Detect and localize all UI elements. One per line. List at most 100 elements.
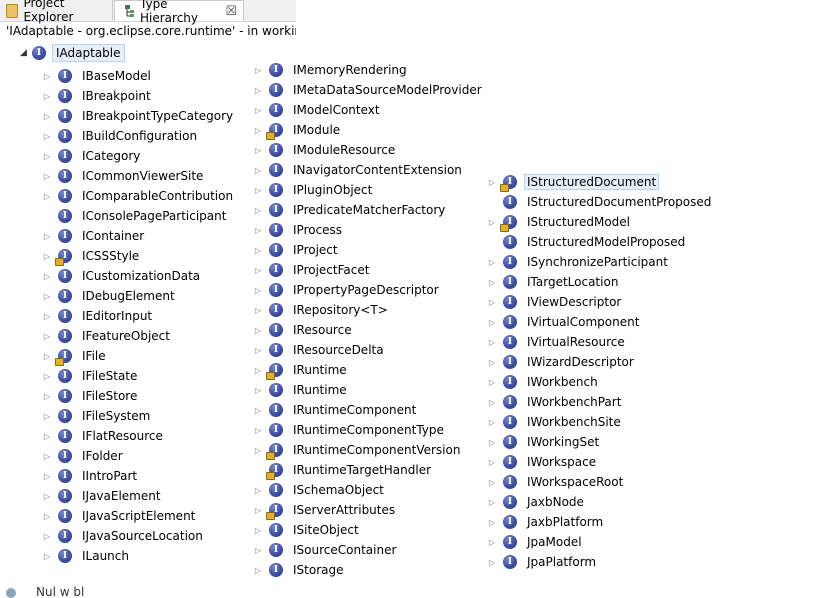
expand-triangle-icon[interactable]: ▷ (40, 452, 54, 461)
tree-item[interactable]: I IStructuredModelProposed (485, 233, 685, 251)
tree-item[interactable]: ▷ I IModule (251, 121, 340, 140)
expand-triangle-icon[interactable]: ▷ (251, 526, 265, 535)
expand-triangle-icon[interactable]: ▷ (40, 312, 54, 321)
tree-root-row[interactable]: ◢ I IAdaptable (20, 44, 125, 62)
expand-triangle-icon[interactable]: ▷ (485, 298, 499, 307)
expand-triangle-icon[interactable]: ▷ (40, 432, 54, 441)
collapse-triangle-icon[interactable]: ◢ (20, 48, 32, 58)
expand-triangle-icon[interactable]: ▷ (485, 318, 499, 327)
tab-type-hierarchy[interactable]: Type Hierarchy ☒ (114, 0, 244, 25)
expand-triangle-icon[interactable]: ▷ (251, 266, 265, 275)
tree-item[interactable]: ▷ I IProcess (251, 221, 342, 239)
tree-item[interactable]: ▷ I JaxbNode (485, 493, 584, 511)
expand-triangle-icon[interactable]: ▷ (251, 366, 265, 375)
tree-item[interactable]: ▷ I IModuleResource (251, 141, 395, 159)
tree-item[interactable]: ▷ I IRuntimeComponentType (251, 421, 444, 439)
expand-triangle-icon[interactable]: ▷ (251, 246, 265, 255)
tree-item[interactable]: ▷ I IPredicateMatcherFactory (251, 201, 445, 219)
tree-item[interactable]: ▷ I IPluginObject (251, 181, 372, 199)
tree-item[interactable]: ▷ I IResource (251, 321, 352, 339)
expand-triangle-icon[interactable]: ▷ (251, 306, 265, 315)
expand-triangle-icon[interactable]: ▷ (40, 272, 54, 281)
tree-item[interactable]: ▷ I ICategory (40, 147, 140, 165)
tree-item[interactable]: ▷ I IProject (251, 241, 338, 259)
tree-item[interactable]: ▷ I IBaseModel (40, 67, 151, 85)
expand-triangle-icon[interactable]: ▷ (40, 192, 54, 201)
expand-triangle-icon[interactable]: ▷ (251, 446, 265, 455)
expand-triangle-icon[interactable]: ▷ (40, 412, 54, 421)
tree-item[interactable]: ▷ I IResourceDelta (251, 341, 384, 359)
tree-item[interactable]: ▷ I IRuntimeComponentVersion (251, 441, 460, 460)
expand-triangle-icon[interactable]: ▷ (251, 386, 265, 395)
expand-triangle-icon[interactable]: ▷ (40, 352, 54, 361)
tree-item[interactable]: ▷ I IJavaSourceLocation (40, 527, 203, 545)
tree-item[interactable]: ▷ I ITargetLocation (485, 273, 618, 291)
tab-project-explorer[interactable]: Project Explorer (0, 0, 113, 24)
tree-item[interactable]: ▷ I IFileState (40, 367, 137, 385)
tree-item[interactable]: ▷ I IDebugElement (40, 287, 175, 305)
tree-item[interactable]: ▷ I IVirtualComponent (485, 313, 639, 331)
expand-triangle-icon[interactable]: ▷ (485, 258, 499, 267)
expand-triangle-icon[interactable]: ▷ (40, 72, 54, 81)
tree-item[interactable]: ▷ I IEditorInput (40, 307, 152, 325)
expand-triangle-icon[interactable]: ▷ (251, 226, 265, 235)
tree-item[interactable]: ▷ I IWorkbench (485, 373, 598, 391)
tree-item[interactable]: ▷ I JpaModel (485, 533, 582, 551)
tree-item[interactable]: ▷ I IFileSystem (40, 407, 150, 425)
expand-triangle-icon[interactable]: ▷ (485, 458, 499, 467)
expand-triangle-icon[interactable]: ▷ (40, 292, 54, 301)
expand-triangle-icon[interactable]: ▷ (485, 438, 499, 447)
tree-item[interactable]: ▷ I IMetaDataSourceModelProvider (251, 81, 482, 99)
expand-triangle-icon[interactable]: ▷ (40, 532, 54, 541)
tree-item[interactable]: ▷ I ISourceContainer (251, 541, 396, 559)
tree-item[interactable]: ▷ I ICustomizationData (40, 267, 200, 285)
tree-item[interactable]: ▷ I IMemoryRendering (251, 61, 407, 79)
expand-triangle-icon[interactable]: ▷ (485, 278, 499, 287)
tree-item[interactable]: ▷ I ICommonViewerSite (40, 167, 203, 185)
tree-item[interactable]: ▷ I IVirtualResource (485, 333, 625, 351)
tree-item[interactable]: I IConsolePageParticipant (40, 207, 226, 225)
tree-item[interactable]: ▷ I IBuildConfiguration (40, 127, 197, 145)
tree-item[interactable]: ▷ I JaxbPlatform (485, 513, 603, 531)
tree-item[interactable]: ▷ I IJavaElement (40, 487, 161, 505)
expand-triangle-icon[interactable]: ▷ (251, 86, 265, 95)
expand-triangle-icon[interactable]: ▷ (485, 338, 499, 347)
expand-triangle-icon[interactable]: ▷ (251, 426, 265, 435)
tree-item[interactable]: ▷ I IRepository<T> (251, 301, 388, 319)
expand-triangle-icon[interactable]: ▷ (40, 332, 54, 341)
tree-item[interactable]: ▷ I IJavaScriptElement (40, 507, 195, 525)
tree-item[interactable]: ▷ I IServerAttributes (251, 501, 395, 520)
tree-item[interactable]: ▷ I IModelContext (251, 101, 380, 119)
tree-item[interactable]: I IStructuredDocumentProposed (485, 193, 711, 211)
tree-item[interactable]: ▷ I IStructuredModel (485, 213, 630, 232)
expand-triangle-icon[interactable]: ▷ (40, 132, 54, 141)
close-icon[interactable]: ☒ (225, 4, 237, 19)
expand-triangle-icon[interactable]: ▷ (251, 166, 265, 175)
expand-triangle-icon[interactable]: ▷ (40, 112, 54, 121)
tree-item[interactable]: ▷ I IWorkspaceRoot (485, 473, 623, 491)
expand-triangle-icon[interactable]: ▷ (485, 378, 499, 387)
tree-item[interactable]: ▷ I IStorage (251, 561, 344, 579)
expand-triangle-icon[interactable]: ▷ (40, 552, 54, 561)
tree-item[interactable]: ▷ I IIntroPart (40, 467, 137, 485)
tree-item[interactable]: ▷ I IContainer (40, 227, 144, 245)
expand-triangle-icon[interactable]: ▷ (251, 66, 265, 75)
expand-triangle-icon[interactable]: ▷ (251, 406, 265, 415)
tree-item[interactable]: ▷ I ISchemaObject (251, 481, 384, 499)
expand-triangle-icon[interactable]: ▷ (251, 346, 265, 355)
expand-triangle-icon[interactable]: ▷ (40, 372, 54, 381)
expand-triangle-icon[interactable]: ▷ (485, 518, 499, 527)
expand-triangle-icon[interactable]: ▷ (251, 146, 265, 155)
tree-item[interactable]: ▷ I IFolder (40, 447, 123, 465)
tree-item[interactable]: ▷ I IRuntime (251, 381, 347, 399)
tree-item[interactable]: ▷ I IStructuredDocument (485, 173, 660, 192)
tree-item[interactable]: ▷ I INavigatorContentExtension (251, 161, 462, 179)
expand-triangle-icon[interactable]: ▷ (251, 126, 265, 135)
expand-triangle-icon[interactable]: ▷ (251, 286, 265, 295)
expand-triangle-icon[interactable]: ▷ (485, 538, 499, 547)
expand-triangle-icon[interactable]: ▷ (251, 546, 265, 555)
expand-triangle-icon[interactable]: ▷ (40, 252, 54, 261)
expand-triangle-icon[interactable]: ▷ (485, 498, 499, 507)
tree-item[interactable]: ▷ I IFeatureObject (40, 327, 170, 345)
tree-item[interactable]: ▷ I IWorkbenchPart (485, 393, 621, 411)
